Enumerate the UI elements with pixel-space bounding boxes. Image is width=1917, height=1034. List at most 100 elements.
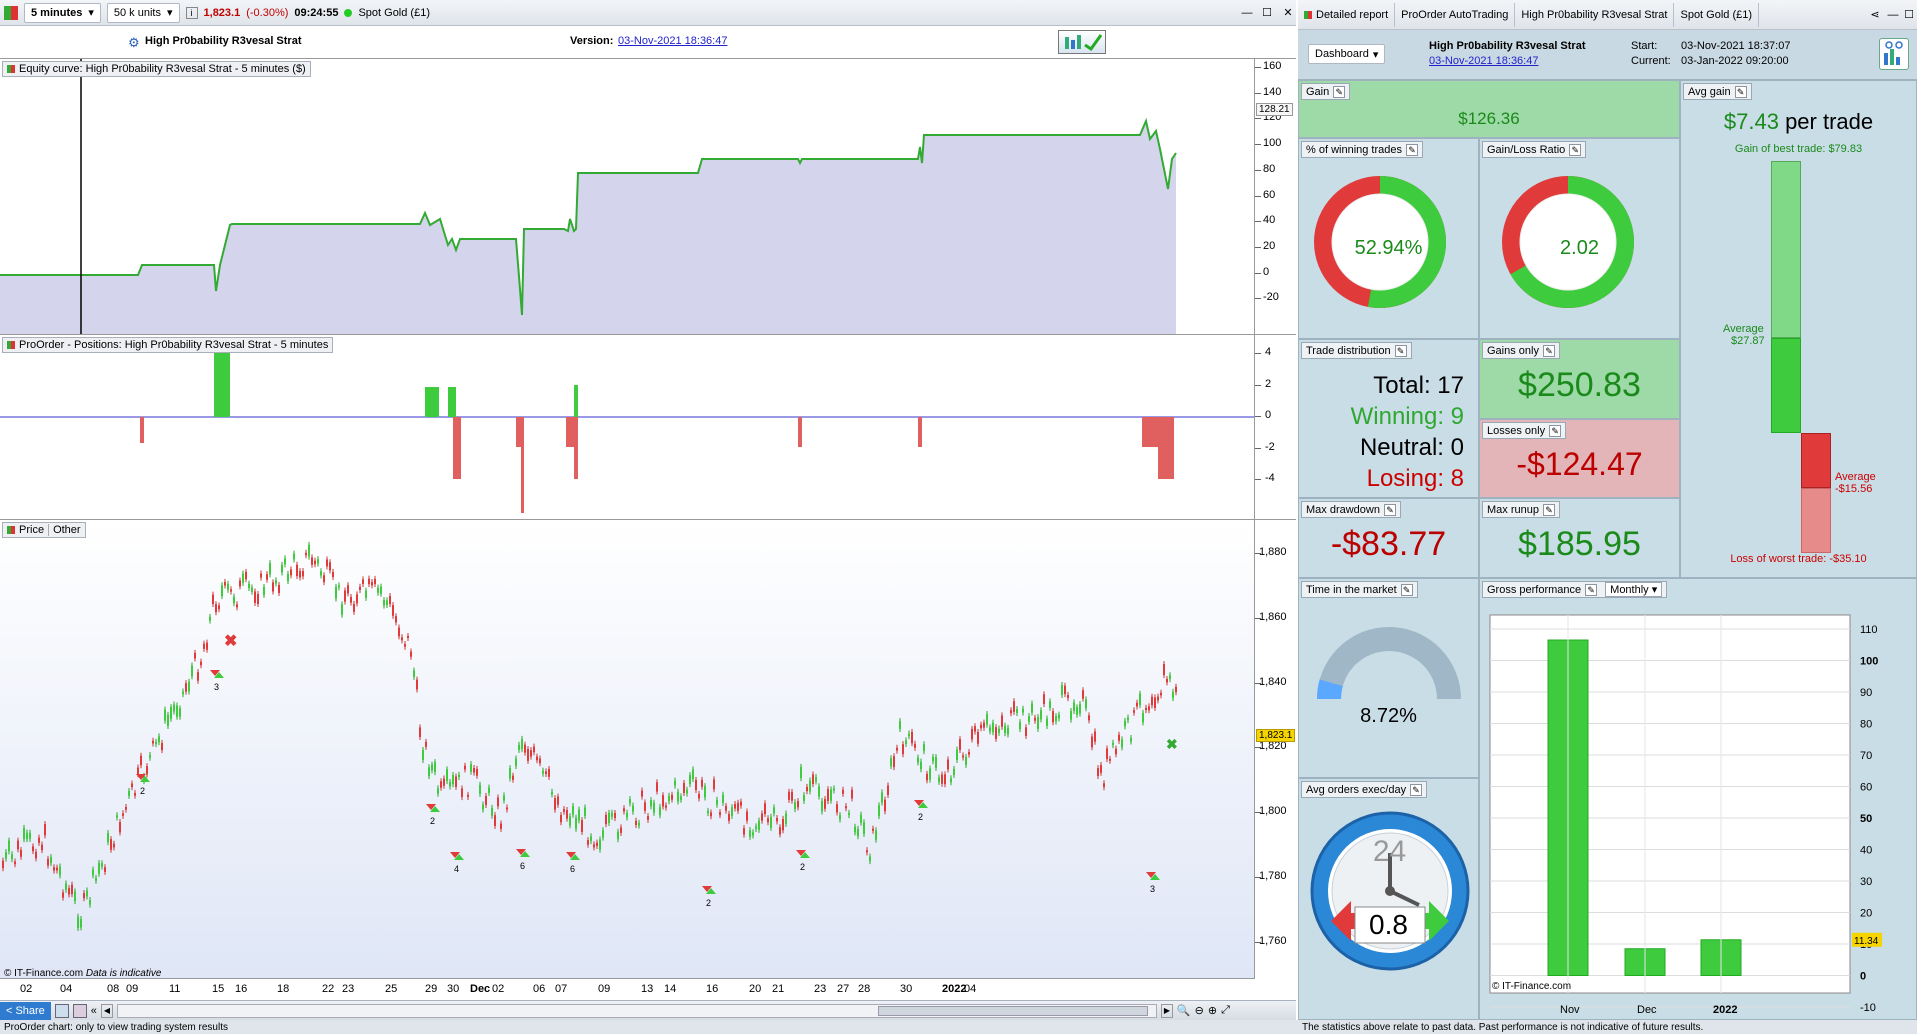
tab-strategy[interactable]: High Pr0bability R3vesal Strat — [1515, 2, 1675, 27]
maximize-icon[interactable]: ☐ — [1901, 8, 1917, 21]
gain-title: Gain ✎ — [1301, 83, 1351, 100]
version-link[interactable]: 03-Nov-2021 18:36:47 — [618, 35, 727, 47]
wrench-icon[interactable]: ✎ — [1383, 503, 1396, 516]
positions-panel-label[interactable]: ProOrder - Positions: High Pr0bability R… — [2, 337, 334, 353]
minimize-icon[interactable]: — — [1885, 9, 1901, 21]
trade-marker-label: 2 — [800, 862, 805, 872]
price-panel-label[interactable]: Price Other — [2, 522, 86, 538]
price-last-value: 1,823.1 — [1256, 729, 1296, 742]
dashboard-select[interactable]: Dashboard ▾ — [1308, 44, 1386, 64]
date-tick-label: 28 — [858, 983, 871, 995]
positions-panel: 4 2 0 -2 -4 ProOrder - Positions: High Pr0ba… — [0, 334, 1296, 520]
gauge-fill — [1317, 679, 1343, 700]
trade-marker-label: 3 — [1150, 884, 1155, 894]
other-tab[interactable]: Other — [48, 524, 81, 536]
avg-gain-bar — [1771, 338, 1801, 433]
position-bar — [425, 387, 439, 417]
date-tick-label: 09 — [126, 983, 139, 995]
status-bar: ProOrder chart: only to view trading sys… — [0, 1020, 1917, 1034]
axis-tick-label: 1,780 — [1259, 870, 1287, 882]
avg-gain-title: Avg gain ✎ — [1683, 83, 1752, 100]
wrench-icon[interactable]: ✎ — [1542, 344, 1555, 357]
date-tick-label: 02 — [492, 983, 505, 995]
y-tick-label: 110 — [1860, 624, 1878, 636]
zoom-icon[interactable]: 🔍 — [1177, 1004, 1191, 1017]
status-text: ProOrder chart: only to view trading sys… — [4, 1021, 228, 1033]
chart-toolbar: 5 minutes ▾ 50 k units ▾ i 1,823.1 (-0.30%… — [0, 0, 1296, 26]
wrench-icon[interactable]: ✎ — [1569, 143, 1582, 156]
equity-panel-label[interactable]: Equity curve: High Pr0bability R3vesal S… — [2, 61, 311, 77]
chart-bottom-bar: < Share « ◀ ▶ 🔍 ⊖ ⊕ ⤢ — [0, 1000, 1296, 1020]
share-icon[interactable]: ⋖ — [1865, 8, 1885, 21]
gross-performance-card: Gross performance ✎ Monthly ▾ 110 100 90 80 7… — [1479, 578, 1917, 1020]
date-tick-label: 09 — [598, 983, 611, 995]
strategy-header: ⚙ High Pr0bability R3vesal Strat Version… — [0, 27, 1296, 57]
gains-only-value: $250.83 — [1518, 366, 1641, 404]
close-icon[interactable]: ✕ — [1280, 6, 1296, 19]
axis-tick-label: 140 — [1263, 85, 1282, 98]
date-tick-label: 13 — [641, 983, 654, 995]
equity-last-value: 128.21 — [1256, 103, 1293, 116]
wrench-icon[interactable]: ✎ — [1333, 85, 1346, 98]
axis-tick-label: 1,760 — [1259, 934, 1287, 947]
date-tick-label: 11 — [169, 983, 181, 995]
wrench-icon[interactable]: ✎ — [1549, 424, 1562, 437]
wrench-icon[interactable]: ✎ — [1542, 503, 1555, 516]
date-tick-label: 30 — [447, 983, 460, 995]
winning-trades-card: % of winning trades ✎ 52.94% — [1298, 138, 1479, 339]
layout-icon[interactable] — [54, 1003, 69, 1018]
axis-tick-label: 1,860 — [1259, 610, 1287, 623]
last-value-badge: 11.34 — [1852, 932, 1882, 947]
date-tick-label: 16 — [706, 983, 719, 995]
dashboard-strategy-name: High Pr0bability R3vesal Strat — [1429, 40, 1586, 52]
share-button[interactable]: < Share — [0, 1001, 51, 1020]
wrench-icon[interactable]: ✎ — [1734, 85, 1747, 98]
axis-tick-label: 100 — [1263, 137, 1282, 150]
y-tick-label: 20 — [1860, 908, 1872, 920]
trade-marker-label: 2 — [706, 898, 711, 908]
wrench-icon[interactable]: ✎ — [1410, 783, 1423, 796]
timeframe-select[interactable]: 5 minutes ▾ — [24, 2, 101, 23]
gross-performance-title: Gross performance ✎ Monthly ▾ — [1482, 581, 1668, 598]
y-tick-label: 60 — [1860, 782, 1872, 794]
time-in-market-title: Time in the market ✎ — [1301, 581, 1418, 598]
maximize-icon[interactable]: ☐ — [1260, 6, 1274, 19]
zoom-out-icon[interactable]: ⊖ — [1195, 1004, 1204, 1017]
scroll-right-icon[interactable]: ▶ — [1160, 1003, 1173, 1018]
tab-detailed-report[interactable]: Detailed report — [1298, 2, 1396, 27]
fit-icon[interactable]: ⤢ — [1221, 1004, 1230, 1017]
report-icon[interactable] — [1879, 38, 1909, 70]
dashboard-strategy-date[interactable]: 03-Nov-2021 18:36:47 — [1429, 55, 1538, 67]
scroll-left-icon[interactable]: ◀ — [100, 1003, 113, 1018]
trade-marker-label: 2 — [430, 816, 435, 826]
units-select[interactable]: 50 k units ▾ — [106, 2, 180, 23]
exit-marker: ✖ — [1166, 736, 1178, 752]
y-tick-label: 90 — [1860, 687, 1872, 699]
dashboard-tabs: Detailed report ProOrder AutoTrading Hig… — [1298, 0, 1917, 30]
y-tick-label: 80 — [1860, 719, 1872, 731]
tab-instrument[interactable]: Spot Gold (£1) — [1674, 2, 1760, 27]
zoom-in-icon[interactable]: ⊕ — [1208, 1004, 1217, 1017]
minimize-icon[interactable]: — — [1240, 7, 1254, 19]
info-icon[interactable]: i — [185, 6, 198, 19]
wrench-icon[interactable]: ✎ — [1585, 583, 1598, 596]
y-tick-label: 30 — [1860, 876, 1872, 888]
trade-distribution-title: Trade distribution ✎ — [1301, 342, 1412, 359]
orders-per-day-title: Avg orders exec/day ✎ — [1301, 781, 1428, 798]
instrument-name: Spot Gold (£1) — [358, 6, 430, 19]
period-select[interactable]: Monthly ▾ — [1605, 582, 1663, 597]
date-tick-label: 27 — [837, 983, 850, 995]
chart-icon[interactable] — [4, 5, 18, 20]
scroll-left-fast-icon[interactable]: « — [91, 1005, 97, 1017]
wrench-icon[interactable]: ✎ — [1406, 143, 1418, 156]
report-icon[interactable] — [1058, 30, 1106, 54]
horizontal-scrollbar[interactable] — [116, 1003, 1157, 1018]
tools-icon[interactable] — [72, 1003, 87, 1018]
wrench-icon[interactable]: ✎ — [1394, 344, 1407, 357]
gain-loss-ratio-card: Gain/Loss Ratio ✎ 2.02 — [1479, 138, 1680, 339]
position-bar — [521, 417, 524, 513]
date-tick-label: 18 — [277, 983, 290, 995]
tab-autotrading[interactable]: ProOrder AutoTrading — [1395, 2, 1516, 27]
position-bar — [453, 417, 461, 479]
wrench-icon[interactable]: ✎ — [1400, 583, 1413, 596]
